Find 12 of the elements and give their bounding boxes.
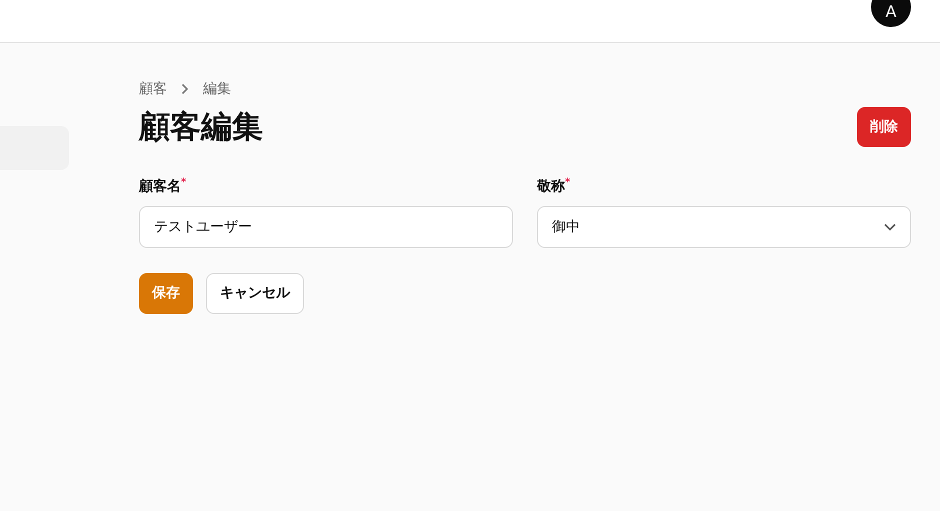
- chevron-right-icon: [181, 83, 189, 95]
- user-avatar[interactable]: A: [871, 0, 911, 27]
- cancel-button[interactable]: キャンセル: [206, 272, 304, 314]
- breadcrumb-link[interactable]: 編集: [203, 80, 231, 98]
- page-title: 顧客編集: [139, 108, 263, 146]
- delete-button[interactable]: 削除: [857, 107, 911, 147]
- select-field[interactable]: 御中: [537, 206, 911, 248]
- breadcrumb-link[interactable]: 顧客: [139, 80, 167, 98]
- field-label: 顧客名$^{*}$: [139, 177, 186, 196]
- input-field[interactable]: テストユーザー: [139, 206, 513, 248]
- chevron-down-icon: [884, 222, 896, 231]
- field-label: 敬称$^{*}$: [537, 177, 570, 196]
